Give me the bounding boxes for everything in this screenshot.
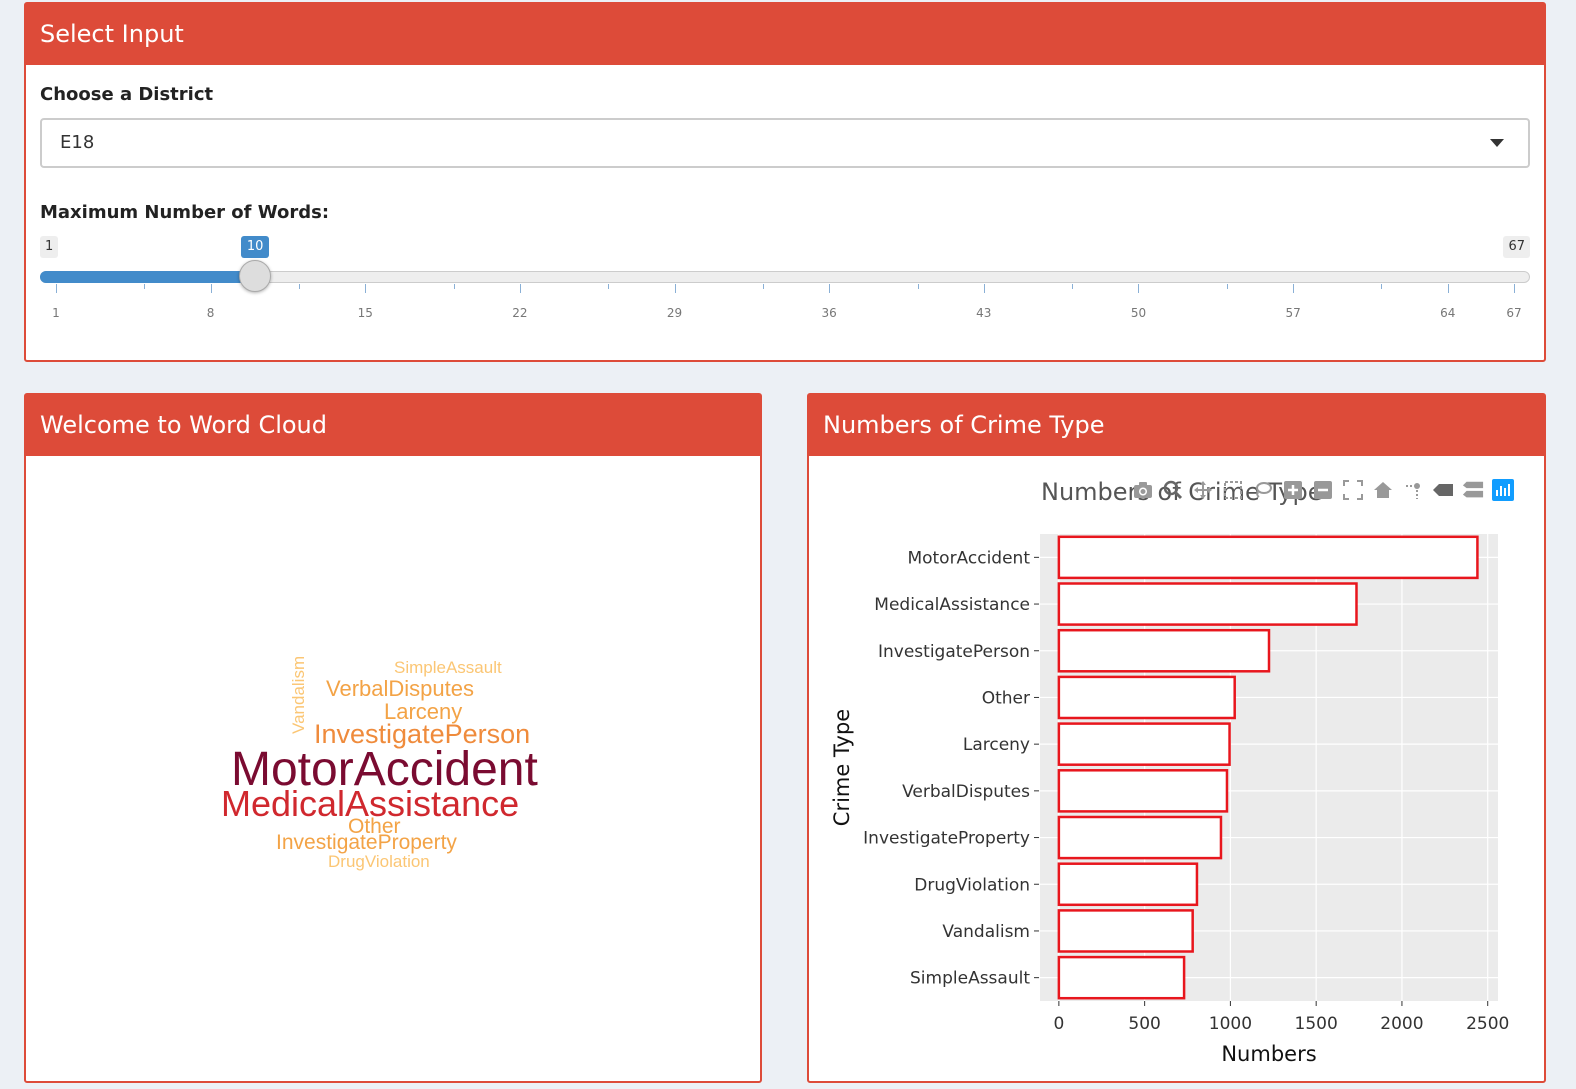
slider-minor-tick — [144, 284, 146, 289]
slider-tick-label: 64 — [1440, 306, 1456, 320]
x-tick-label: 1000 — [1209, 1014, 1252, 1034]
slider-major-tick — [983, 284, 985, 293]
bar-chart: MotorAccident MedicalAssistance Investigat… — [809, 456, 1544, 1081]
cloud-word: VerbalDisputes — [326, 676, 474, 701]
bar — [1057, 675, 1236, 720]
slider-grid: 1 8 15 22 29 36 43 50 57 64 67 — [40, 282, 1530, 322]
slider-max-label: 67 — [1503, 236, 1530, 258]
cloud-word: DrugViolation — [328, 852, 430, 871]
y-tick-label: VerbalDisputes — [902, 782, 1030, 802]
slider-tick-label: 15 — [357, 306, 373, 320]
pan-icon[interactable] — [1192, 479, 1214, 501]
slider-tick-label: 29 — [666, 306, 683, 320]
plotly-logo-icon[interactable] — [1492, 479, 1514, 501]
slider-tick-label: 8 — [206, 306, 215, 320]
slider-tick-label: 1 — [52, 306, 60, 320]
slider-major-tick — [519, 284, 521, 293]
slider-minor-tick — [1381, 284, 1383, 289]
slider-value-label: 10 — [240, 236, 270, 258]
slider-major-tick — [210, 284, 212, 293]
bar — [1057, 815, 1223, 860]
bar — [1057, 769, 1229, 813]
slider-major-tick — [1293, 284, 1295, 293]
home-icon[interactable] — [1372, 479, 1394, 501]
zoom-in-icon[interactable] — [1282, 479, 1304, 501]
hover-closest-icon[interactable] — [1432, 479, 1454, 501]
y-tick-label: MedicalAssistance — [874, 595, 1030, 615]
bar — [1057, 628, 1271, 673]
bar — [1057, 955, 1186, 1000]
x-axis-label: Numbers — [1221, 1042, 1316, 1066]
y-tick-label: DrugViolation — [914, 875, 1030, 895]
slider-major-tick — [829, 284, 831, 293]
slider-tick-label: 43 — [976, 306, 992, 320]
word-cloud: MotorAccident MedicalAssistance Investig… — [26, 456, 760, 1081]
slider-major-tick — [1447, 284, 1449, 293]
slider-minor-tick — [917, 284, 919, 289]
bar-chart-svg: MotorAccident MedicalAssistance Investigat… — [830, 534, 1509, 1066]
slider-minor-tick — [1226, 284, 1228, 289]
select-input-panel: Select Input Choose a District E18 Maxim… — [24, 2, 1546, 362]
slider-minor-tick — [762, 284, 764, 289]
y-tick-label: InvestigatePerson — [878, 642, 1030, 662]
slider-tick-label: 22 — [512, 306, 528, 320]
slider-minor-tick — [453, 284, 455, 289]
cloud-word: Larceny — [384, 699, 463, 724]
panel-title: Numbers of Crime Type — [809, 395, 1544, 456]
slider-tick-label: 36 — [821, 306, 837, 320]
slider-tick-label: 57 — [1285, 306, 1301, 320]
y-axis-label: Crime Type — [830, 709, 854, 826]
autoscale-icon[interactable] — [1342, 479, 1364, 501]
bar — [1057, 722, 1231, 766]
bar — [1057, 909, 1194, 953]
x-tick-label: 2000 — [1380, 1014, 1423, 1034]
slider-min-label: 1 — [40, 236, 59, 258]
y-tick-label: Larceny — [963, 735, 1030, 755]
cloud-word: SimpleAssault — [394, 658, 502, 677]
y-tick-label: MotorAccident — [907, 548, 1030, 568]
box-select-icon[interactable] — [1222, 479, 1244, 501]
district-value: E18 — [60, 132, 95, 153]
bar — [1057, 862, 1199, 907]
panel-title: Welcome to Word Cloud — [26, 395, 760, 456]
cloud-word: InvestigateProperty — [276, 831, 457, 854]
slider-major-tick — [365, 284, 367, 293]
slider-minor-tick — [608, 284, 610, 289]
y-tick-label: Other — [982, 688, 1030, 708]
slider-major-tick — [56, 284, 57, 293]
x-tick-label: 1500 — [1295, 1014, 1338, 1034]
y-tick-label: SimpleAssault — [910, 969, 1030, 989]
slider-major-tick — [1514, 284, 1515, 293]
bar — [1057, 535, 1479, 580]
crime-type-panel: Numbers of Crime Type MotorAccident Medic… — [807, 393, 1546, 1083]
slider-major-tick — [1138, 284, 1140, 293]
bar — [1057, 582, 1358, 626]
y-tick-label: Vandalism — [942, 922, 1030, 942]
panel-title: Select Input — [26, 4, 1544, 65]
cloud-word: Vandalism — [289, 655, 308, 734]
slider-tick-label: 67 — [1506, 306, 1522, 320]
word-cloud-panel: Welcome to Word Cloud MotorAccident Medi… — [24, 393, 762, 1083]
x-tick-label: 0 — [1053, 1014, 1064, 1034]
hover-compare-icon[interactable] — [1462, 479, 1484, 501]
slider-major-tick — [674, 284, 676, 293]
slider-minor-tick — [299, 284, 300, 289]
spike-lines-icon[interactable] — [1402, 479, 1424, 501]
max-words-label: Maximum Number of Words: — [40, 202, 330, 223]
cloud-word: InvestigatePerson — [314, 719, 531, 749]
chevron-down-icon — [1490, 139, 1504, 147]
slider-minor-tick — [1072, 284, 1074, 289]
zoom-out-icon[interactable] — [1312, 479, 1334, 501]
lasso-icon[interactable] — [1252, 479, 1274, 501]
x-tick-label: 2500 — [1466, 1014, 1509, 1034]
y-tick-label: InvestigateProperty — [863, 829, 1030, 849]
zoom-icon[interactable] — [1162, 479, 1184, 501]
district-select[interactable]: E18 — [40, 118, 1530, 168]
slider-tick-label: 50 — [1130, 306, 1147, 320]
x-tick-label: 500 — [1128, 1014, 1160, 1034]
plot-toolbar — [1132, 476, 1514, 504]
camera-icon[interactable] — [1132, 479, 1154, 501]
district-label: Choose a District — [40, 84, 214, 105]
